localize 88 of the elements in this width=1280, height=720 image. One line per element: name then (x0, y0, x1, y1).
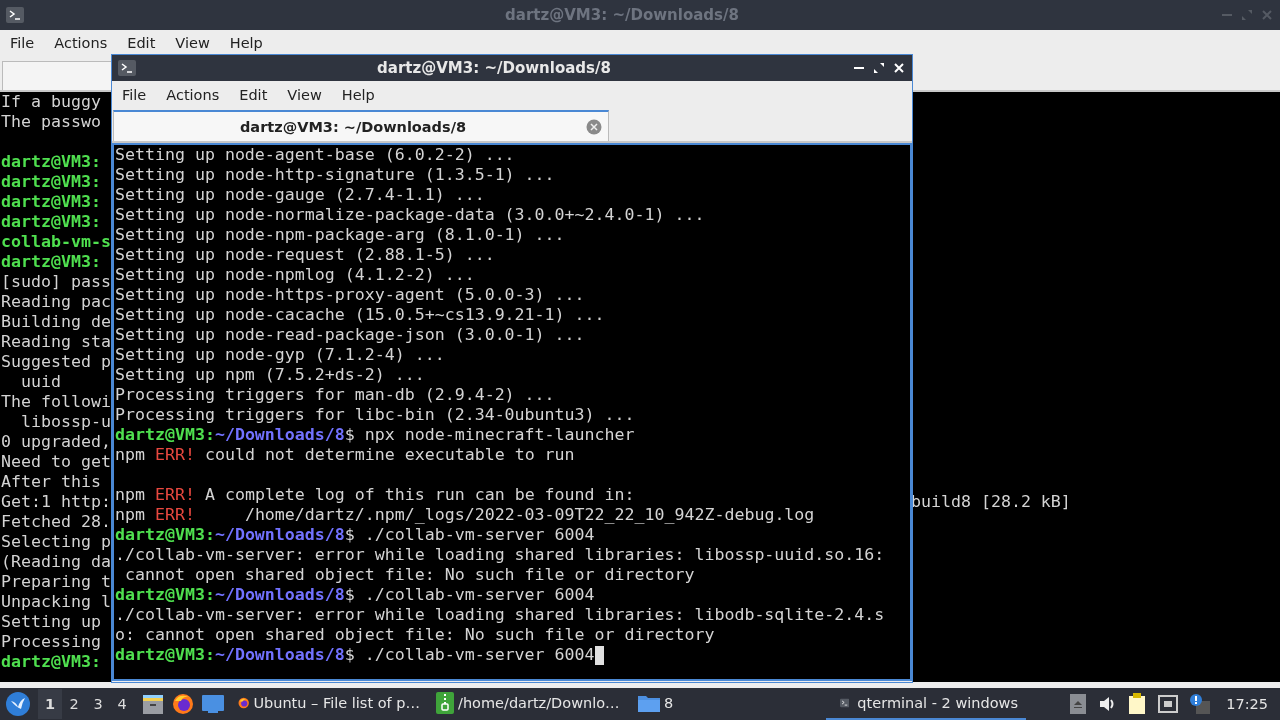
terminal-line: Setting up node-agent-base (6.0.2-2) ... (115, 145, 515, 165)
terminal-line: o: cannot open shared object file: No such file or directory (115, 625, 715, 645)
terminal-line: dartz@VM3:~/Downloads/8$ ./collab-vm-server 6004 (115, 585, 595, 605)
terminal-line: Setting up node-https-proxy-agent (5.0.0-3) ... (115, 285, 585, 305)
terminal-line: The passwo (1, 112, 101, 132)
window-title: dartz@VM3: ~/Downloads/8 (376, 59, 612, 77)
terminal-line: Processing triggers for man-db (2.9.4-2) ... (115, 385, 555, 405)
terminal-line: Need to get (1, 452, 111, 472)
terminal-line: Setting up npm (7.5.2+ds-2) ... (115, 365, 425, 385)
terminal-line: Get:1 http: (1, 492, 111, 511)
terminal-line: Fetched 28. (1, 512, 111, 532)
terminal-line: dartz@VM3: (1, 652, 101, 672)
terminal-line: Setting up node-npmlog (4.1.2-2) ... (115, 265, 475, 285)
taskbar-button[interactable]: 8 (630, 688, 826, 720)
terminal-line: Setting up node-request (2.88.1-5) ... (115, 245, 495, 265)
terminal-tab[interactable]: dartz@VM3: ~/Downloads/8 (113, 110, 609, 141)
terminal-line: (Reading da (1, 552, 111, 572)
terminal-line: After this (1, 472, 101, 492)
terminal-line: Setting up node-http-signature (1.3.5-1) ... (115, 165, 555, 185)
terminal-line: dartz@VM3: (1, 172, 101, 192)
clock[interactable]: 17:25 (1226, 696, 1268, 712)
alert-icon[interactable] (1190, 694, 1211, 714)
clipboard-icon[interactable] (1128, 693, 1147, 715)
terminal-line: dartz@VM3:~/Downloads/8$ ./collab-vm-server 6004 (115, 525, 595, 545)
file-cabinet-icon[interactable] (142, 693, 164, 715)
taskbar-button[interactable]: Ubuntu – File list of p… (230, 688, 428, 720)
terminal-line: Setting up (1, 612, 101, 632)
terminal-line: Processing triggers for libc-bin (2.34-0ubuntu3) ... (115, 405, 635, 425)
window-title: dartz@VM3: ~/Downloads/8 (504, 6, 740, 24)
browser-icon[interactable] (172, 693, 194, 715)
network-icon[interactable] (1158, 695, 1179, 713)
menu-item[interactable]: View (280, 87, 335, 103)
menu-item[interactable]: View (168, 35, 223, 51)
terminal-line: Reading pac (1, 292, 111, 312)
terminal-line: Setting up node-cacache (15.0.5+~cs13.9.21-1) ... (115, 305, 605, 325)
taskbar-button[interactable]: qterminal - 2 windows (826, 688, 1026, 720)
terminal-line: The followi (1, 392, 111, 412)
terminal-line: Setting up node-normalize-package-data (3.0.0+~2.4.0-1) ... (115, 205, 705, 225)
terminal-line: dartz@VM3:~/Downloads/8$ npx node-minecraft-launcher (115, 425, 635, 445)
terminal-line: dartz@VM3: (1, 192, 101, 212)
taskbar-button[interactable]: /home/dartz/Downlo… (428, 688, 630, 720)
terminal-line: dartz@VM3:~/Downloads/8$ ./collab-vm-server 6004 (115, 645, 595, 665)
terminal-line: npm ERR! A complete log of this run can be found in: (115, 485, 635, 505)
maximize-icon[interactable] (872, 61, 886, 75)
folder-icon (638, 694, 660, 712)
terminal-line: Processing (1, 632, 101, 652)
terminal-line: Building de (1, 312, 111, 332)
workspace-button[interactable]: 3 (86, 689, 110, 719)
terminal-line: dartz@VM3: (1, 252, 101, 272)
terminal-line: collab-vm-s (1, 232, 111, 252)
terminal-line: Selecting p (1, 532, 111, 552)
terminal-icon (6, 7, 24, 23)
workspace-button[interactable]: 4 (110, 689, 134, 719)
menu-item[interactable]: Edit (120, 35, 169, 51)
terminal-line: Reading sta (1, 332, 111, 352)
terminal-line: dartz@VM3: (1, 152, 101, 172)
terminal-line: ./collab-vm-server: error while loading shared libraries: libodb-sqlite-2.4.s (115, 605, 885, 625)
terminal-line: ./collab-vm-server: error while loading shared libraries: libossp-uuid.so.16: (115, 545, 885, 565)
terminal-line: 0 upgraded, (1, 432, 111, 452)
terminal-line: If a buggy (1, 92, 101, 112)
terminal-line: Setting up node-gyp (7.1.2-4) ... (115, 345, 445, 365)
terminal-line: Setting up node-npm-package-arg (8.1.0-1) ... (115, 225, 565, 245)
terminal-line: [sudo] pass (1, 272, 111, 292)
workspace-button[interactable]: 1 (38, 689, 62, 719)
terminal-line: dartz@VM3: (1, 212, 101, 232)
menu-item[interactable]: Actions (159, 87, 233, 103)
terminal-line: npm ERR! /home/dartz/.npm/_logs/2022-03-09T22_22_10_942Z-debug.log (115, 505, 815, 525)
terminal-line: Setting up node-read-package-json (3.0.0-1) ... (115, 325, 585, 345)
terminal-line: cannot open shared object file: No such file or directory (124, 565, 695, 585)
terminal-line: Preparing t (1, 572, 111, 592)
menu-item[interactable]: File (115, 87, 160, 103)
monitor-icon[interactable] (202, 694, 224, 714)
menu-item[interactable]: Actions (47, 35, 121, 51)
terminal-line: Unpacking l (1, 592, 111, 612)
archive-icon (436, 692, 454, 714)
menu-item[interactable]: Help (222, 35, 276, 51)
terminal-line: Setting up node-gauge (2.7.4-1.1) ... (115, 185, 485, 205)
terminal-line: Suggested p (1, 352, 111, 372)
menu-item[interactable]: Help (334, 87, 388, 103)
menu-item[interactable]: File (3, 35, 48, 51)
close-icon[interactable] (892, 61, 906, 75)
terminal-line: libossp-u (19, 412, 111, 432)
terminal-icon (118, 60, 136, 76)
menu-item[interactable]: Edit (232, 87, 281, 103)
terminal-line: build8 [28.2 kB] (911, 492, 1072, 512)
terminal-line: uuid (19, 372, 61, 392)
workspace-button[interactable]: 2 (62, 689, 86, 719)
terminal-line: npm ERR! could not determine executable to run (115, 445, 575, 465)
